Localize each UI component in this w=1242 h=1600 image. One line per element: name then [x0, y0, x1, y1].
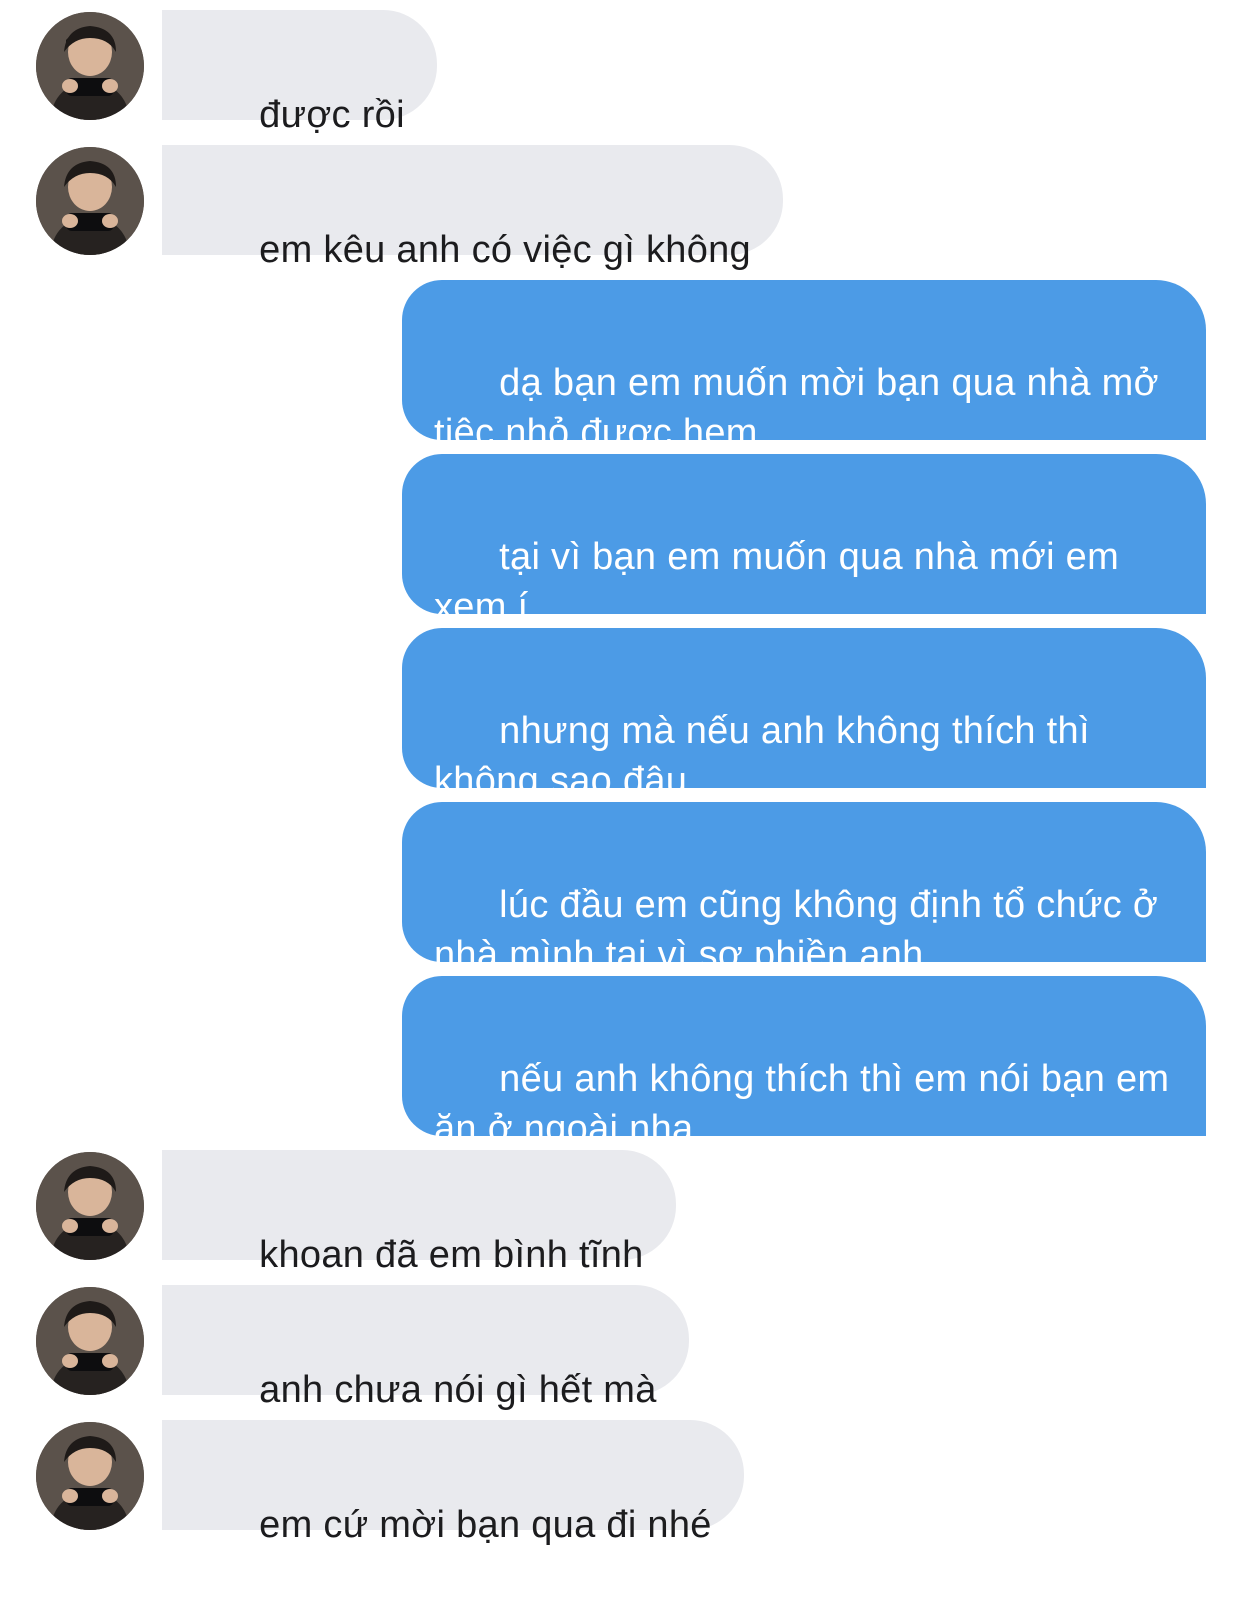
outgoing-message-bubble[interactable]: nếu anh không thích thì em nói bạn em ăn…: [402, 976, 1206, 1150]
incoming-message-bubble[interactable]: khoan đã em bình tĩnh: [162, 1150, 676, 1276]
message-text: nhưng mà nếu anh không thích thì không s…: [434, 710, 1101, 802]
contact-avatar[interactable]: [36, 1422, 144, 1530]
message-text: tại vì bạn em muốn qua nhà mới em xem í: [434, 536, 1130, 628]
person-avatar-icon: [36, 1422, 144, 1530]
incoming-message-bubble[interactable]: em cứ mời bạn qua đi nhé: [162, 1420, 744, 1546]
message-text: dạ bạn em muốn mời bạn qua nhà mở tiệc n…: [434, 362, 1170, 454]
incoming-message-bubble[interactable]: được rồi: [162, 10, 437, 136]
contact-avatar[interactable]: [36, 12, 144, 120]
contact-avatar[interactable]: [36, 1152, 144, 1260]
outgoing-message-bubble[interactable]: dạ bạn em muốn mời bạn qua nhà mở tiệc n…: [402, 280, 1206, 454]
outgoing-message-bubble[interactable]: nhưng mà nếu anh không thích thì không s…: [402, 628, 1206, 802]
message-text: được rồi: [259, 94, 405, 136]
person-avatar-icon: [36, 1287, 144, 1395]
message-thread: được rồi em kêu anh có việc gì không dạ …: [0, 0, 1242, 1546]
incoming-message-bubble[interactable]: em kêu anh có việc gì không: [162, 145, 783, 271]
message-text: anh chưa nói gì hết mà: [259, 1369, 657, 1411]
person-avatar-icon: [36, 12, 144, 120]
message-text: khoan đã em bình tĩnh: [259, 1234, 644, 1276]
outgoing-message-bubble[interactable]: tại vì bạn em muốn qua nhà mới em xem í: [402, 454, 1206, 628]
contact-avatar[interactable]: [36, 147, 144, 255]
person-avatar-icon: [36, 1152, 144, 1260]
incoming-message-bubble[interactable]: anh chưa nói gì hết mà: [162, 1285, 689, 1411]
message-text: lúc đầu em cũng không định tổ chức ở nhà…: [434, 884, 1170, 976]
message-text: nếu anh không thích thì em nói bạn em ăn…: [434, 1058, 1181, 1150]
person-avatar-icon: [36, 147, 144, 255]
message-text: em kêu anh có việc gì không: [259, 229, 751, 271]
contact-avatar[interactable]: [36, 1287, 144, 1395]
outgoing-message-bubble[interactable]: lúc đầu em cũng không định tổ chức ở nhà…: [402, 802, 1206, 976]
